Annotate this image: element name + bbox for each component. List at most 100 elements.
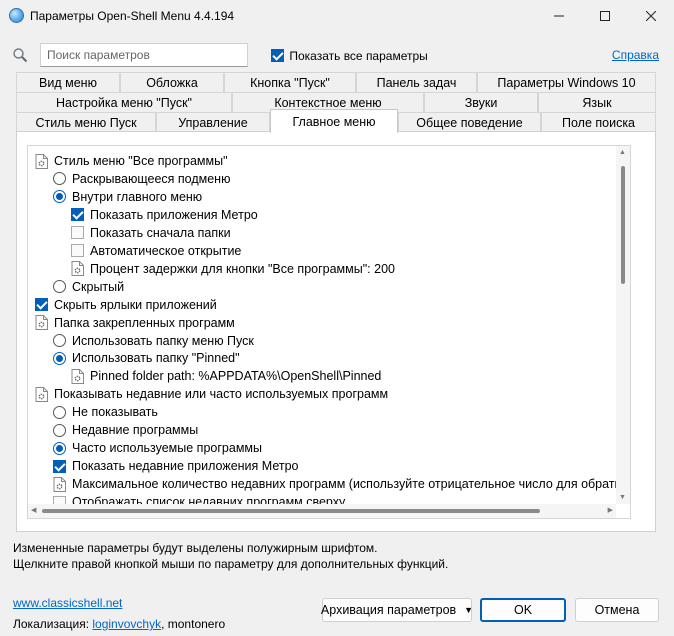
scroll-up-icon[interactable]: ▲	[619, 149, 626, 156]
localizer-name-2: montonero	[167, 617, 226, 631]
tab-main-menu[interactable]: Главное меню	[270, 109, 398, 133]
info-right-click-hint: Щелкните правой кнопкой мыши по параметр…	[13, 557, 449, 571]
tab-taskbar[interactable]: Панель задач	[356, 72, 477, 92]
checkbox-checked-icon[interactable]	[53, 459, 66, 473]
setting-page-icon	[35, 386, 48, 402]
tree-row-label: Показать недавние приложения Метро	[72, 459, 299, 474]
tree-row-label: Недавние программы	[72, 423, 199, 438]
checkbox-unchecked-icon[interactable]	[71, 226, 84, 240]
tree-row[interactable]: Скрыть ярлыки приложений	[35, 296, 217, 314]
tree-row-label: Папка закрепленных программ	[54, 315, 235, 330]
tree-row-label: Показывать недавние или часто используем…	[54, 387, 389, 402]
tab-start-button[interactable]: Кнопка "Пуск"	[224, 72, 356, 92]
tree-row-label: Показать приложения Метро	[90, 207, 258, 222]
setting-page-icon	[35, 153, 48, 169]
tab-row-3: Стиль меню Пуск Управление Главное меню …	[16, 109, 656, 133]
show-all-label: Показать все параметры	[289, 48, 428, 63]
tree-row-label: Автоматическое открытие	[90, 243, 242, 258]
tree-row[interactable]: Процент задержки для кнопки "Все програм…	[71, 260, 395, 278]
tab-row-1: Вид меню Обложка Кнопка "Пуск" Панель за…	[16, 72, 656, 92]
tree-row[interactable]: Недавние программы	[53, 421, 198, 439]
tree-row[interactable]: Не показывать	[53, 403, 158, 421]
tab-windows10-settings[interactable]: Параметры Windows 10	[477, 72, 656, 92]
tab-menu-view[interactable]: Вид меню	[16, 72, 120, 92]
vertical-scrollbar[interactable]: ▲ ▼	[616, 146, 630, 504]
radio-selected-icon[interactable]	[53, 190, 66, 204]
maximize-button[interactable]	[582, 0, 628, 32]
tree-row-label: Часто используемые программы	[72, 441, 262, 456]
tab-sounds[interactable]: Звуки	[424, 92, 538, 112]
tree-row[interactable]: Максимальное количество недавних програм…	[53, 475, 618, 493]
tree-row-label: Максимальное количество недавних програм…	[72, 477, 618, 492]
localizer-separator: ,	[161, 617, 165, 631]
title-bar: Параметры Open-Shell Menu 4.4.194	[0, 0, 674, 32]
close-icon	[646, 11, 656, 21]
radio-unselected-icon[interactable]	[53, 280, 66, 294]
tree-row-label: Использовать папку "Pinned"	[72, 351, 240, 366]
scroll-right-icon[interactable]: ▶	[608, 506, 613, 514]
minimize-icon	[554, 15, 564, 17]
search-icon	[13, 48, 28, 63]
settings-tree-content: Стиль меню "Все программы" Раскрывающееся…	[28, 146, 618, 518]
website-link[interactable]: www.classicshell.net	[13, 596, 122, 610]
tree-row[interactable]: Внутри главного меню	[53, 188, 202, 206]
tree-row[interactable]: Показывать недавние или часто используем…	[35, 385, 388, 403]
scroll-left-icon[interactable]: ◀	[31, 506, 36, 514]
tree-row[interactable]: Использовать папку меню Пуск	[53, 332, 254, 350]
backup-settings-button[interactable]: Архивация параметров ▼	[320, 598, 474, 622]
radio-unselected-icon[interactable]	[53, 405, 66, 419]
tab-language[interactable]: Язык	[538, 92, 656, 112]
radio-unselected-icon[interactable]	[53, 334, 66, 347]
tree-row[interactable]: Автоматическое открытие	[71, 242, 241, 260]
tree-row[interactable]: Показать приложения Метро	[71, 206, 258, 224]
tree-row-label: Не показывать	[72, 405, 158, 420]
radio-selected-icon[interactable]	[53, 351, 66, 365]
localization-label: Локализация:	[13, 617, 90, 631]
localization-credits: Локализация: loginvovchyk, montonero	[13, 617, 225, 631]
tree-row[interactable]: Показать недавние приложения Метро	[53, 457, 299, 475]
scroll-down-icon[interactable]: ▼	[619, 494, 626, 501]
tab-skin[interactable]: Обложка	[120, 72, 224, 92]
localizer-link-1[interactable]: loginvovchyk	[92, 617, 161, 631]
horizontal-scrollbar[interactable]: ◀ ▶	[28, 504, 616, 518]
radio-unselected-icon[interactable]	[53, 423, 66, 437]
tab-controls[interactable]: Управление	[156, 112, 270, 132]
close-button[interactable]	[628, 0, 674, 32]
tree-row[interactable]: Pinned folder path: %APPDATA%\OpenShell\…	[71, 367, 381, 385]
chevron-down-icon: ▼	[464, 605, 474, 615]
setting-page-icon	[35, 315, 48, 331]
vertical-scroll-thumb[interactable]	[621, 166, 625, 284]
tree-row[interactable]: Показать сначала папки	[71, 224, 231, 242]
backup-settings-label: Архивация параметров	[320, 603, 457, 617]
tree-row[interactable]: Часто используемые программы	[53, 439, 262, 457]
tab-customize-start-menu[interactable]: Настройка меню "Пуск"	[16, 92, 232, 112]
radio-unselected-icon[interactable]	[53, 172, 66, 186]
tree-row-label: Внутри главного меню	[72, 189, 203, 204]
tab-general-behavior[interactable]: Общее поведение	[398, 112, 541, 132]
tree-row[interactable]: Стиль меню "Все программы"	[35, 152, 228, 170]
tab-start-menu-style[interactable]: Стиль меню Пуск	[16, 112, 156, 132]
tab-search-box[interactable]: Поле поиска	[541, 112, 656, 132]
checkbox-checked-icon[interactable]	[35, 298, 48, 312]
tree-row[interactable]: Скрытый	[53, 278, 124, 296]
settings-tree[interactable]: Стиль меню "Все программы" Раскрывающееся…	[27, 145, 631, 519]
checkbox-unchecked-icon[interactable]	[71, 244, 84, 258]
tree-row-label: Использовать папку меню Пуск	[72, 333, 254, 348]
tree-row[interactable]: Использовать папку "Pinned"	[53, 349, 240, 367]
search-placeholder: Поиск параметров	[47, 48, 150, 62]
cancel-button[interactable]: Отмена	[575, 598, 659, 622]
minimize-button[interactable]	[536, 0, 582, 32]
settings-panel: Стиль меню "Все программы" Раскрывающееся…	[16, 131, 656, 532]
tree-row-label: Стиль меню "Все программы"	[54, 154, 228, 168]
ok-button[interactable]: OK	[480, 598, 566, 622]
horizontal-scroll-thumb[interactable]	[42, 509, 540, 513]
checkbox-checked-icon[interactable]	[71, 208, 84, 222]
tree-row[interactable]: Раскрывающееся подменю	[53, 170, 230, 188]
maximize-icon	[600, 11, 610, 21]
search-input[interactable]: Поиск параметров	[40, 43, 248, 67]
show-all-check-icon[interactable]	[271, 49, 284, 63]
show-all-settings-checkbox[interactable]: Показать все параметры	[271, 48, 428, 63]
help-link[interactable]: Справка	[612, 48, 659, 62]
radio-selected-icon[interactable]	[53, 441, 66, 455]
tree-row[interactable]: Папка закрепленных программ	[35, 314, 235, 332]
